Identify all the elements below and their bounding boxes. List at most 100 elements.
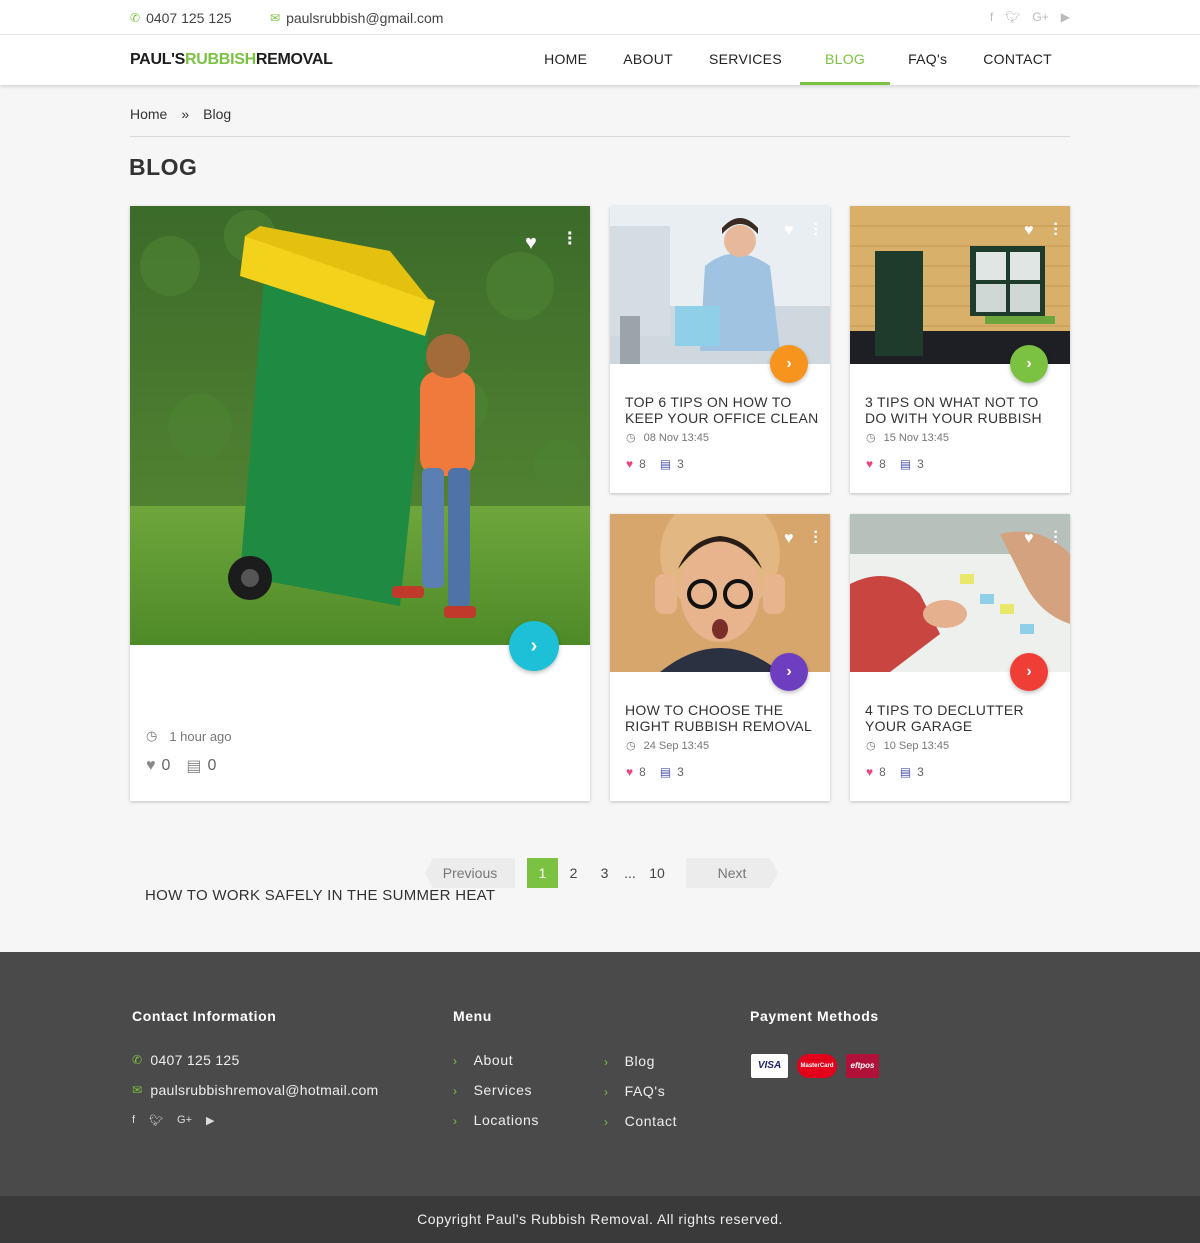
footer-payment-heading: Payment Methods <box>750 1008 879 1024</box>
comment-icon[interactable]: ▤ <box>660 457 671 471</box>
post-stats: ♥ 8 ▤ 3 <box>866 765 924 779</box>
pagination-page-2[interactable]: 2 <box>558 858 589 888</box>
pagination-next[interactable]: Next <box>686 858 778 888</box>
footer-link-label: Services <box>473 1082 533 1098</box>
more-options-icon[interactable]: · · · <box>567 224 574 254</box>
comment-icon[interactable]: ▤ <box>900 457 911 471</box>
site-logo[interactable]: PAUL'SRUBBISHREMOVAL <box>130 51 333 69</box>
twitter-icon[interactable]: 🐦︎ <box>149 1114 163 1127</box>
google-plus-icon[interactable]: G+ <box>1032 10 1048 24</box>
featured-post-card[interactable]: ♥ · · · › HOW TO WORK SAFELY IN THE SUMMER… <box>130 206 590 904</box>
post-date-text: 15 Nov 13:45 <box>883 431 950 444</box>
featured-post-title[interactable]: HOW TO WORK SAFELY IN THE SUMMER HEAT <box>145 888 495 904</box>
nav-blog[interactable]: BLOG <box>799 35 891 85</box>
top-email[interactable]: ✉ paulsrubbish@gmail.com <box>270 10 443 26</box>
post-card[interactable]: ♥ · · · › HOW TO CHOOSE THE RIGHT RUBBISH … <box>610 514 830 801</box>
post-date: ◷ 08 Nov 13:45 <box>626 431 709 445</box>
logo-part-1: PAUL'S <box>130 51 186 68</box>
footer-link-faqs[interactable]: › FAQ's <box>604 1083 665 1099</box>
post-title[interactable]: HOW TO CHOOSE THE RIGHT RUBBISH REMOVAL <box>625 702 820 734</box>
phone-icon: ✆ <box>132 1053 143 1067</box>
pagination-previous[interactable]: Previous <box>425 858 515 888</box>
mail-icon: ✉ <box>132 1083 143 1097</box>
read-more-button[interactable]: › <box>770 345 808 383</box>
heart-icon[interactable]: ♥ <box>626 457 633 471</box>
youtube-icon[interactable]: ▶ <box>206 1114 214 1127</box>
post-card[interactable]: ♥ · · · › 3 TIPS ON WHAT NOT TO DO WITH YO… <box>850 206 1070 493</box>
read-more-button[interactable]: › <box>1010 345 1048 383</box>
post-date: ◷ 15 Nov 13:45 <box>866 431 950 445</box>
post-likes: 8 <box>639 765 646 779</box>
favorite-icon[interactable]: ♥ <box>784 222 794 240</box>
logo-part-3: REMOVAL <box>255 51 333 68</box>
nav-about[interactable]: ABOUT <box>605 35 691 85</box>
more-options-icon[interactable]: · · · <box>813 525 819 551</box>
top-bar: ✆ 0407 125 125 ✉ paulsrubbish@gmail.com … <box>0 0 1200 35</box>
top-phone[interactable]: ✆ 0407 125 125 <box>130 10 232 26</box>
favorite-icon[interactable]: ♥ <box>784 530 794 548</box>
footer-social-links: f 🐦︎ G+ ▶ <box>132 1114 214 1127</box>
google-plus-icon[interactable]: G+ <box>177 1114 192 1127</box>
heart-icon[interactable]: ♥ <box>626 765 633 779</box>
post-title[interactable]: 4 TIPS TO DECLUTTER YOUR GARAGE <box>865 702 1060 734</box>
post-title[interactable]: TOP 6 TIPS ON HOW TO KEEP YOUR OFFICE CL… <box>625 394 820 426</box>
breadcrumb-home[interactable]: Home <box>130 106 167 136</box>
breadcrumb-current: Blog <box>203 106 232 122</box>
pagination-page-3[interactable]: 3 <box>589 858 620 888</box>
footer-phone[interactable]: ✆ 0407 125 125 <box>132 1052 240 1068</box>
pagination: Previous 1 2 3 ... 10 Next <box>425 858 778 888</box>
youtube-icon[interactable]: ▶ <box>1061 10 1070 24</box>
heart-icon[interactable]: ♥ <box>866 765 873 779</box>
more-options-icon[interactable]: · · · <box>1053 217 1059 243</box>
footer-link-contact[interactable]: › Contact <box>604 1113 677 1129</box>
mail-icon: ✉ <box>270 11 281 25</box>
nav-contact[interactable]: CONTACT <box>965 35 1070 85</box>
comment-icon[interactable]: ▤ <box>186 756 201 776</box>
more-options-icon[interactable]: · · · <box>1053 525 1059 551</box>
footer: Contact Information ✆ 0407 125 125 ✉ pau… <box>0 952 1200 1196</box>
pagination-ellipsis: ... <box>624 865 636 881</box>
post-title[interactable]: 3 TIPS ON WHAT NOT TO DO WITH YOUR RUBBI… <box>865 394 1060 426</box>
comment-icon[interactable]: ▤ <box>900 765 911 779</box>
footer-link-about[interactable]: › About <box>453 1052 513 1068</box>
footer-link-locations[interactable]: › Locations <box>453 1112 539 1128</box>
featured-comments: 0 <box>207 757 217 774</box>
more-options-icon[interactable]: · · · <box>813 217 819 243</box>
footer-email-text: paulsrubbishremoval@hotmail.com <box>150 1082 379 1098</box>
read-more-button[interactable]: › <box>1010 653 1048 691</box>
post-likes: 8 <box>879 457 886 471</box>
post-image <box>610 206 830 364</box>
clock-icon: ◷ <box>146 728 158 743</box>
nav-services[interactable]: SERVICES <box>691 35 800 85</box>
facebook-icon[interactable]: f <box>990 10 993 24</box>
pagination-page-last[interactable]: 10 <box>640 858 674 888</box>
post-card[interactable]: ♥ · · · › TOP 6 TIPS ON HOW TO KEEP YOUR O… <box>610 206 830 493</box>
main-navbar: PAUL'SRUBBISHREMOVAL HOME ABOUT SERVICES… <box>0 35 1200 85</box>
footer-email[interactable]: ✉ paulsrubbishremoval@hotmail.com <box>132 1082 379 1098</box>
footer-contact-heading: Contact Information <box>132 1008 277 1024</box>
footer-link-blog[interactable]: › Blog <box>604 1053 655 1069</box>
featured-likes: 0 <box>161 757 171 774</box>
footer-link-services[interactable]: › Services <box>453 1082 532 1098</box>
chevron-right-icon: › <box>453 1084 458 1098</box>
favorite-icon[interactable]: ♥ <box>1024 530 1034 548</box>
heart-icon[interactable]: ♥ <box>866 457 873 471</box>
pagination-page-1[interactable]: 1 <box>527 858 558 888</box>
heart-icon[interactable]: ♥ <box>146 757 156 775</box>
top-phone-text: 0407 125 125 <box>146 10 232 26</box>
page-title: BLOG <box>129 154 198 180</box>
nav-faqs[interactable]: FAQ's <box>890 35 965 85</box>
post-date-text: 10 Sep 13:45 <box>883 739 950 752</box>
read-more-button[interactable]: › <box>509 621 559 671</box>
read-more-button[interactable]: › <box>770 653 808 691</box>
chevron-right-icon: › <box>604 1085 609 1099</box>
facebook-icon[interactable]: f <box>132 1114 135 1127</box>
eftpos-icon: eftpos <box>846 1054 879 1078</box>
twitter-icon[interactable]: 🐦︎ <box>1005 10 1020 24</box>
favorite-icon[interactable]: ♥ <box>525 232 537 255</box>
featured-post-time-text: 1 hour ago <box>169 728 232 744</box>
favorite-icon[interactable]: ♥ <box>1024 222 1034 240</box>
comment-icon[interactable]: ▤ <box>660 765 671 779</box>
post-card[interactable]: ♥ · · · › 4 TIPS TO DECLUTTER YOUR GARAGE … <box>850 514 1070 801</box>
nav-home[interactable]: HOME <box>526 35 605 85</box>
